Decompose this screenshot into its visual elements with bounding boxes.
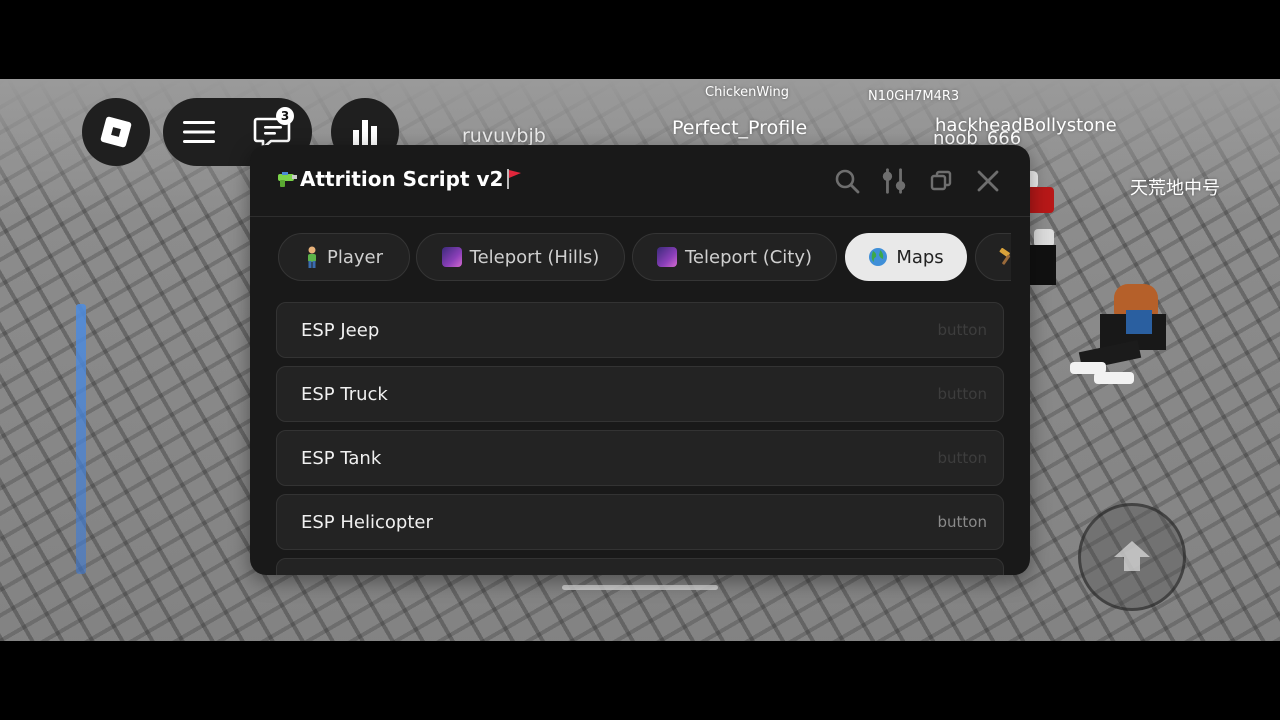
avatar-orange-hair (1070, 284, 1180, 389)
person-icon (307, 246, 316, 268)
jump-button[interactable] (1078, 503, 1186, 611)
minimize-button[interactable] (927, 167, 955, 195)
hammer-icon (999, 248, 1011, 265)
row-type: button (937, 449, 987, 467)
home-indicator (562, 585, 718, 590)
tab-player[interactable]: Player (278, 233, 410, 281)
copy-icon (930, 170, 952, 191)
bar-chart-icon (353, 120, 377, 145)
tab-teleport-city-label: Teleport (City) (684, 246, 813, 268)
esp-tank-button[interactable]: ESP Tank button (276, 430, 1004, 486)
settings-button[interactable] (880, 167, 908, 195)
tab-teleport-city[interactable]: Teleport (City) (632, 233, 837, 281)
roblox-logo-icon (100, 116, 132, 148)
nametag-ruvuvbjb: ruvuvbjb (462, 125, 546, 147)
nametag-chickenwing: ChickenWing (705, 85, 790, 100)
nametag-cn: 天荒地中号 (1130, 178, 1220, 199)
esp-helicopter-button[interactable]: ESP Helicopter button (276, 494, 1004, 550)
row-label: ESP Jeep (301, 319, 380, 341)
script-window: Attrition Script v2 Player Teleport (Hil… (250, 145, 1030, 575)
sliders-icon (882, 168, 906, 194)
row-label: ESP Truck (301, 383, 388, 405)
water-gun-icon (278, 172, 297, 187)
chat-count-badge: 3 (276, 107, 294, 125)
row-label: ESP Helicopter (301, 511, 433, 533)
nametag-perfect-profile: Perfect_Profile (672, 117, 808, 139)
galaxy-icon (441, 247, 462, 267)
partial-row-button[interactable] (276, 558, 1004, 575)
tab-player-label: Player (326, 246, 383, 268)
galaxy-icon (656, 247, 677, 267)
window-title: Attrition Script v2 (276, 167, 523, 191)
window-titlebar[interactable]: Attrition Script v2 (250, 145, 1030, 217)
row-type: button (937, 385, 987, 403)
hamburger-icon (182, 121, 215, 143)
esp-jeep-button[interactable]: ESP Jeep button (276, 302, 1004, 358)
close-button[interactable] (974, 167, 1002, 195)
tab-teleport-hills[interactable]: Teleport (Hills) (416, 233, 625, 281)
row-label: ESP Tank (301, 447, 382, 469)
globe-icon (869, 248, 888, 266)
red-flag-icon (507, 169, 522, 189)
search-icon (835, 169, 860, 194)
tab-overflow[interactable] (975, 233, 1011, 281)
close-icon (977, 170, 999, 192)
esp-truck-button[interactable]: ESP Truck button (276, 366, 1004, 422)
window-title-text: Attrition Script v2 (300, 167, 504, 191)
hamburger-menu-button[interactable] (182, 118, 216, 146)
tab-teleport-hills-label: Teleport (Hills) (469, 246, 600, 268)
search-button[interactable] (833, 167, 861, 195)
nametag-n10: N10GH7M4R3 (868, 89, 960, 104)
tab-bar[interactable]: Player Teleport (Hills) Teleport (City) … (278, 233, 1011, 283)
row-type: button (937, 321, 987, 339)
tab-maps[interactable]: Maps (845, 233, 967, 281)
tab-maps-label: Maps (896, 246, 944, 268)
blue-beam (76, 304, 86, 574)
roblox-menu-button[interactable] (82, 98, 150, 166)
avatar-black (1028, 229, 1058, 289)
row-type: button (937, 513, 987, 531)
arrow-up-icon (1114, 541, 1150, 571)
